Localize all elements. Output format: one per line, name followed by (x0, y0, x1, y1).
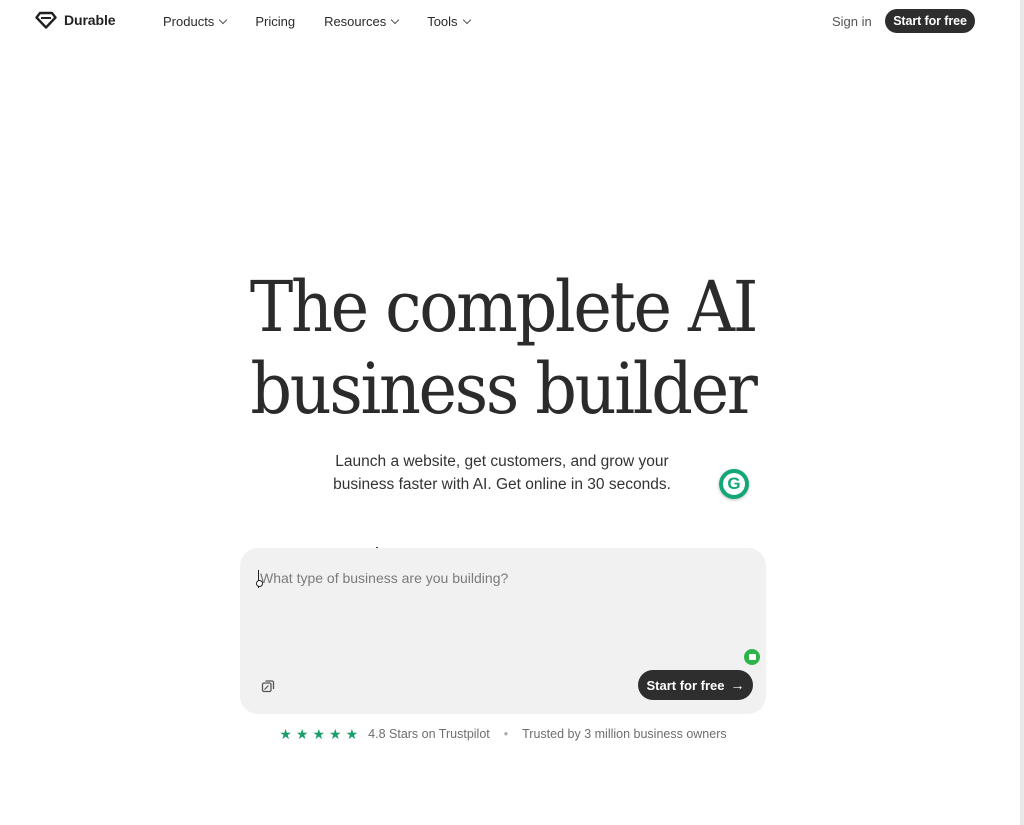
hero-subtitle-line1: Launch a website, get customers, and gro… (335, 453, 669, 470)
cursor-indicator (256, 580, 263, 587)
primary-nav: Products Pricing Resources Tools (163, 14, 471, 29)
star-icon: ★ (295, 726, 309, 742)
rating-row: ★ ★ ★ ★ ★ 4.8 Stars on Trustpilot • Trus… (0, 727, 1006, 741)
nav-products[interactable]: Products (163, 14, 228, 29)
hero-subtitle: Launch a website, get customers, and gro… (302, 450, 702, 496)
arrow-right-icon: → (730, 677, 745, 693)
nav-products-label: Products (163, 14, 215, 29)
chevron-down-icon (462, 15, 471, 25)
extension-robot-icon[interactable] (744, 649, 760, 665)
hero-subtitle-line2: business faster with AI. Get online in 3… (333, 476, 671, 493)
separator-dot: • (503, 727, 509, 741)
start-for-free-button-nav[interactable]: Start for free (885, 9, 975, 33)
nav-pricing-label: Pricing (255, 14, 296, 29)
star-icon: ★ (329, 726, 342, 742)
page-scrollbar[interactable] (1020, 0, 1024, 825)
chevron-down-icon (219, 15, 228, 25)
hero-title-line1: The complete AI (249, 266, 759, 348)
attach-icon[interactable] (260, 678, 276, 699)
chevron-down-icon (390, 15, 400, 25)
start-for-free-label: Start for free (646, 677, 725, 693)
sign-in-link[interactable]: Sign in (832, 14, 872, 29)
hero-title-line2: business builder (250, 348, 757, 430)
star-icon: ★ (345, 726, 359, 742)
rating-text: 4.8 Stars on Trustpilot (368, 727, 490, 741)
nav-resources-label: Resources (324, 14, 387, 29)
star-icon: ★ (279, 726, 292, 742)
start-for-free-button[interactable]: Start for free → (638, 670, 753, 700)
trustpilot-stars: ★ ★ ★ ★ ★ (279, 727, 358, 741)
grammarly-letter: G (723, 473, 745, 495)
nav-resources[interactable]: Resources (324, 14, 400, 29)
nav-tools[interactable]: Tools (427, 14, 471, 29)
business-type-input[interactable] (258, 568, 732, 662)
grammarly-extension-icon[interactable]: G (719, 469, 749, 499)
trust-text: Trusted by 3 million business owners (522, 727, 727, 741)
top-nav: Durable Products Pricing Resources Tools… (0, 0, 1020, 44)
star-icon: ★ (312, 726, 326, 742)
hero-title: The complete AI business builder (35, 266, 971, 430)
nav-pricing[interactable]: Pricing (255, 14, 295, 29)
brand-name: Durable (64, 12, 116, 28)
nav-tools-label: Tools (427, 14, 458, 29)
business-prompt-box: Start for free → (240, 548, 766, 714)
diamond-logo-icon (35, 11, 57, 29)
brand-logo[interactable]: Durable (35, 11, 116, 29)
